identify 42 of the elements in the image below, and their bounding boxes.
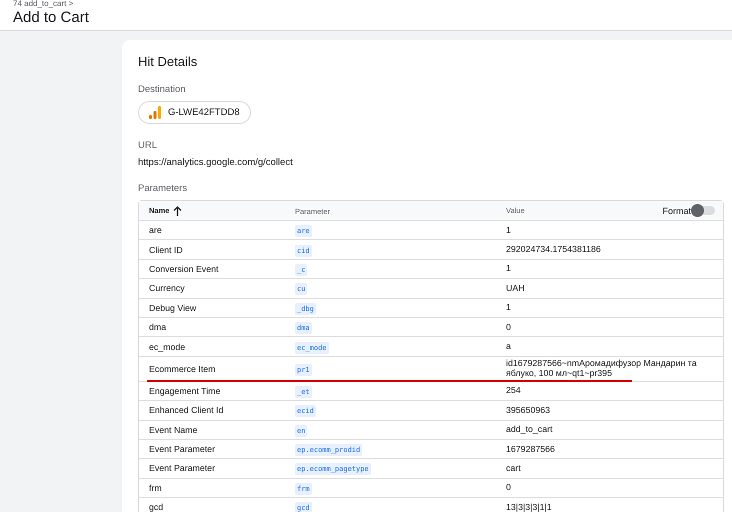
parameter-value: 395650963 — [506, 404, 550, 416]
format-toggle[interactable] — [693, 206, 715, 215]
parameter-name: gcd — [149, 502, 164, 512]
destination-label: Destination — [138, 84, 187, 95]
sort-ascending-icon[interactable] — [173, 206, 182, 216]
parameter-value: 0 — [506, 322, 511, 333]
parameter-name: dma — [149, 322, 166, 332]
destination-chip[interactable]: G-LWE42FTDD8 — [138, 101, 251, 124]
parameter-name: frm — [149, 482, 162, 493]
parameter-value: id1679287566~nmАромадифузор Мандарин та яблуко, 100 мл~qt1~pr395 — [506, 358, 698, 380]
parameter-value: add_to_cart — [506, 424, 552, 436]
parameter-name: Engagement Time — [149, 386, 220, 396]
parameter-name: Ecommerce Item — [149, 364, 216, 374]
url-text: https://analytics.google.com/g/collect — [138, 157, 294, 168]
parameter-value: 1679287566 — [506, 444, 555, 455]
parameter-value: 254 — [506, 385, 521, 396]
parameter-name: ec_mode — [149, 342, 186, 352]
parameters-label: Parameters — [138, 183, 188, 194]
bar-chart-icon — [149, 106, 161, 119]
parameter-value: 0 — [506, 482, 511, 494]
format-label: Format — [662, 206, 691, 216]
breadcrumb[interactable]: 74 add_to_cart > — [13, 0, 719, 8]
parameter-name: Debug View — [149, 302, 196, 313]
parameter-name: Client ID — [149, 244, 183, 255]
parameter-value: 292024734.1754381186 — [506, 244, 601, 256]
parameter-value: 13|3|3|3|1|1 — [506, 502, 552, 512]
parameter-name: Enhanced Client Id — [149, 405, 224, 416]
parameter-value: 1 — [506, 263, 511, 274]
url-label: URL — [138, 140, 158, 151]
parameter-value: cart — [506, 462, 521, 474]
parameter-name: are — [149, 225, 162, 236]
parameter-value: UAH — [506, 282, 525, 294]
parameter-value: a — [506, 341, 511, 352]
page-title: Add to Cart — [13, 8, 90, 27]
parameter-name: Event Parameter — [149, 463, 216, 474]
parameter-name: Currency — [149, 283, 185, 294]
card-heading: Hit Details — [138, 54, 198, 69]
parameter-name: Conversion Event — [149, 264, 218, 274]
parameter-name: Event Parameter — [149, 444, 216, 454]
parameter-value: 1 — [506, 224, 511, 236]
parameter-value: 1 — [506, 302, 511, 314]
parameter-name: Event Name — [149, 424, 198, 435]
